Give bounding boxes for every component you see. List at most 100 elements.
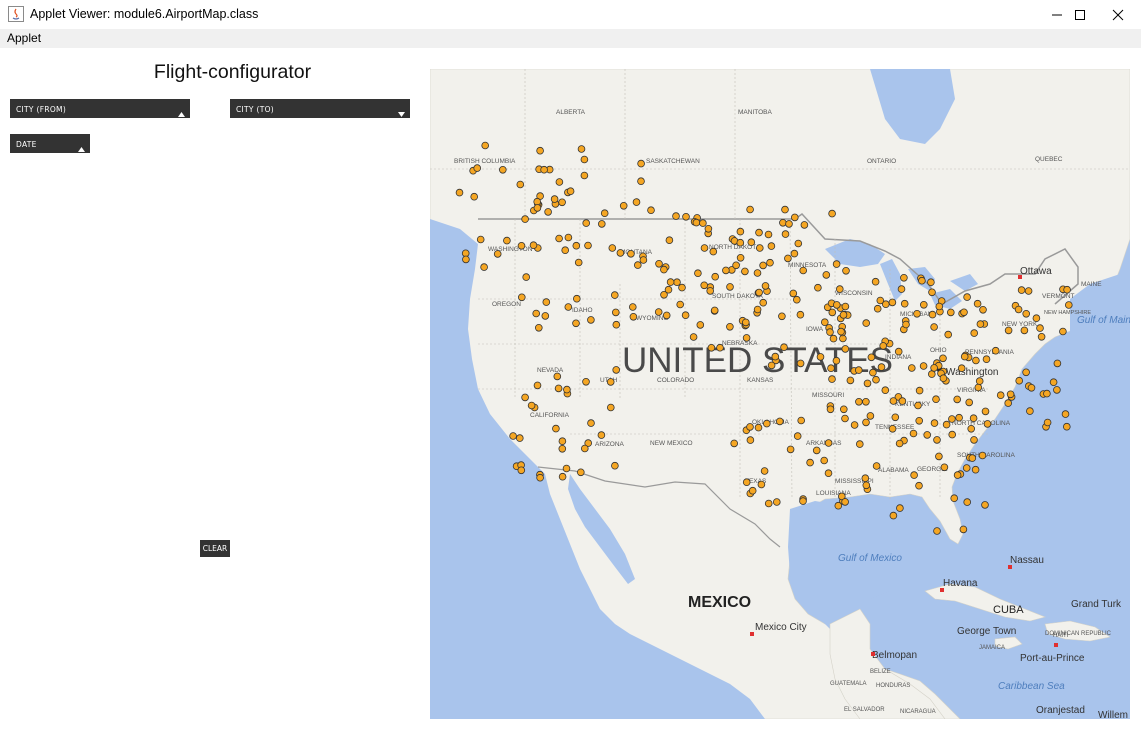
airport-marker[interactable] <box>900 274 908 282</box>
airport-marker[interactable] <box>793 432 802 440</box>
airport-marker[interactable] <box>540 165 548 174</box>
airport-marker[interactable] <box>900 299 909 308</box>
airport-marker[interactable] <box>558 198 566 207</box>
airport-marker[interactable] <box>855 440 864 448</box>
airport-marker[interactable] <box>832 301 841 309</box>
airport-marker[interactable] <box>536 146 544 155</box>
airport-marker[interactable] <box>533 381 542 390</box>
airport-marker[interactable] <box>876 296 885 305</box>
airport-marker[interactable] <box>928 288 936 297</box>
airport-marker[interactable] <box>764 230 773 239</box>
airport-marker[interactable] <box>960 308 968 317</box>
airport-marker[interactable] <box>554 384 563 393</box>
airport-marker[interactable] <box>682 213 690 221</box>
airport-marker[interactable] <box>533 204 542 212</box>
airport-marker[interactable] <box>914 401 922 410</box>
airport-marker[interactable] <box>968 454 977 462</box>
airport-marker[interactable] <box>955 413 963 422</box>
airport-marker[interactable] <box>764 499 773 508</box>
airport-marker[interactable] <box>532 309 540 318</box>
airport-marker[interactable] <box>544 208 552 216</box>
airport-marker[interactable] <box>1020 326 1029 335</box>
airport-marker[interactable] <box>637 159 645 168</box>
airport-marker[interactable] <box>761 282 770 290</box>
airport-marker[interactable] <box>935 302 944 311</box>
airport-marker[interactable] <box>854 366 863 374</box>
airport-marker[interactable] <box>655 260 663 268</box>
airport-marker[interactable] <box>779 219 787 227</box>
airport-marker[interactable] <box>736 254 745 262</box>
airport-marker[interactable] <box>581 444 589 453</box>
airport-marker[interactable] <box>742 334 751 342</box>
airport-marker[interactable] <box>696 321 705 329</box>
airport-marker[interactable] <box>814 283 822 292</box>
airport-marker[interactable] <box>896 504 904 512</box>
airport-marker[interactable] <box>784 254 792 263</box>
airport-marker[interactable] <box>778 312 786 321</box>
city-to-dropdown[interactable]: CITY (TO) <box>230 99 410 118</box>
airport-marker[interactable] <box>907 364 916 372</box>
airport-marker[interactable] <box>923 431 932 439</box>
airport-marker[interactable] <box>517 242 526 250</box>
airport-marker[interactable] <box>662 311 671 320</box>
airport-marker[interactable] <box>527 401 536 410</box>
airport-marker[interactable] <box>796 359 805 368</box>
airport-marker[interactable] <box>1022 368 1030 377</box>
airport-marker[interactable] <box>975 377 984 385</box>
airport-marker[interactable] <box>767 242 776 250</box>
airport-marker[interactable] <box>563 385 571 394</box>
airport-marker[interactable] <box>582 377 590 386</box>
airport-marker[interactable] <box>871 277 880 286</box>
airport-marker[interactable] <box>948 415 956 423</box>
airport-marker[interactable] <box>913 310 921 318</box>
airport-marker[interactable] <box>584 241 592 250</box>
airport-marker[interactable] <box>612 366 621 374</box>
airport-marker[interactable] <box>555 234 563 243</box>
airport-marker[interactable] <box>794 239 803 248</box>
airport-marker[interactable] <box>470 192 478 201</box>
airport-marker[interactable] <box>1006 390 1015 399</box>
airport-marker[interactable] <box>542 298 551 306</box>
airport-marker[interactable] <box>706 287 715 295</box>
airport-marker[interactable] <box>974 383 983 392</box>
airport-marker[interactable] <box>577 145 586 153</box>
airport-marker[interactable] <box>710 306 719 315</box>
airport-marker[interactable] <box>541 312 550 320</box>
airport-marker[interactable] <box>481 141 489 150</box>
airport-marker[interactable] <box>755 228 763 237</box>
airport-marker[interactable] <box>927 278 935 287</box>
airport-marker[interactable] <box>842 267 850 275</box>
airport-marker[interactable] <box>1036 324 1044 332</box>
airport-marker[interactable] <box>516 434 524 442</box>
airport-marker[interactable] <box>517 466 526 475</box>
airport-marker[interactable] <box>1004 399 1012 407</box>
airport-marker[interactable] <box>969 414 978 423</box>
airport-marker[interactable] <box>862 397 870 406</box>
airport-marker[interactable] <box>967 424 975 433</box>
airport-marker[interactable] <box>867 353 876 362</box>
airport-marker[interactable] <box>564 303 573 311</box>
airport-marker[interactable] <box>759 261 767 270</box>
airport-marker[interactable] <box>839 311 848 319</box>
airport-marker[interactable] <box>909 429 918 438</box>
airport-marker[interactable] <box>536 473 544 482</box>
airport-marker[interactable] <box>455 188 464 197</box>
airport-marker[interactable] <box>1004 326 1013 335</box>
airport-marker[interactable] <box>822 271 831 279</box>
airport-marker[interactable] <box>940 463 949 472</box>
airport-marker[interactable] <box>970 436 978 444</box>
airport-marker[interactable] <box>1062 422 1071 431</box>
airport-marker[interactable] <box>753 305 762 314</box>
airport-marker[interactable] <box>935 452 943 461</box>
airport-marker[interactable] <box>503 236 511 245</box>
airport-marker[interactable] <box>759 298 768 307</box>
date-dropdown[interactable]: DATE <box>10 134 90 153</box>
airport-marker[interactable] <box>709 247 718 256</box>
airport-marker[interactable] <box>747 238 756 247</box>
airport-marker[interactable] <box>971 465 980 474</box>
airport-marker[interactable] <box>888 298 897 307</box>
airport-marker[interactable] <box>897 285 906 293</box>
airport-marker[interactable] <box>812 446 821 455</box>
airport-marker[interactable] <box>832 260 841 268</box>
airport-marker[interactable] <box>942 420 951 429</box>
